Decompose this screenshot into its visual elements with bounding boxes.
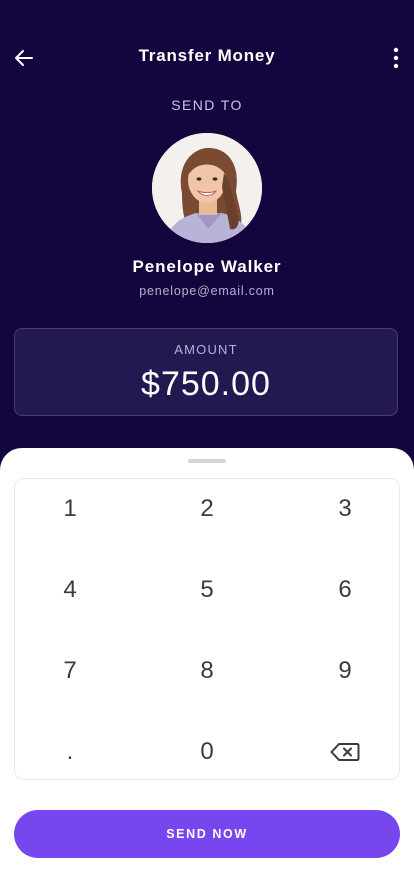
key-2[interactable]: 2 <box>152 479 262 539</box>
keypad-sheet: 1 2 3 4 5 6 7 8 9 . 0 SEND NOW <box>0 448 414 896</box>
key-backspace[interactable] <box>290 722 400 782</box>
page-title: Transfer Money <box>138 46 276 65</box>
avatar <box>152 133 262 243</box>
key-5[interactable]: 5 <box>152 560 262 620</box>
key-6[interactable]: 6 <box>290 560 400 620</box>
key-9[interactable]: 9 <box>290 641 400 701</box>
send-to-label: SEND TO <box>171 97 243 113</box>
recipient-name: Penelope Walker <box>132 257 282 276</box>
recipient-email: penelope@email.com <box>139 284 275 298</box>
key-3[interactable]: 3 <box>290 479 400 539</box>
amount-value: $750.00 <box>141 365 271 403</box>
transfer-money-screen: Transfer Money SEND TO Penelope Walker p… <box>0 0 414 896</box>
key-decimal[interactable]: . <box>15 722 125 782</box>
key-0[interactable]: 0 <box>152 722 262 782</box>
more-vertical-icon <box>393 47 399 69</box>
recipient-photo <box>152 133 262 243</box>
more-options-button[interactable] <box>384 42 408 74</box>
key-4[interactable]: 4 <box>15 560 125 620</box>
backspace-icon <box>330 743 360 761</box>
send-now-button[interactable]: SEND NOW <box>14 810 400 858</box>
amount-label: AMOUNT <box>174 342 238 357</box>
key-8[interactable]: 8 <box>152 641 262 701</box>
amount-card: AMOUNT $750.00 <box>14 328 398 416</box>
keypad: 1 2 3 4 5 6 7 8 9 . 0 <box>14 478 400 780</box>
key-7[interactable]: 7 <box>15 641 125 701</box>
sheet-handle[interactable] <box>188 459 226 463</box>
key-1[interactable]: 1 <box>15 479 125 539</box>
